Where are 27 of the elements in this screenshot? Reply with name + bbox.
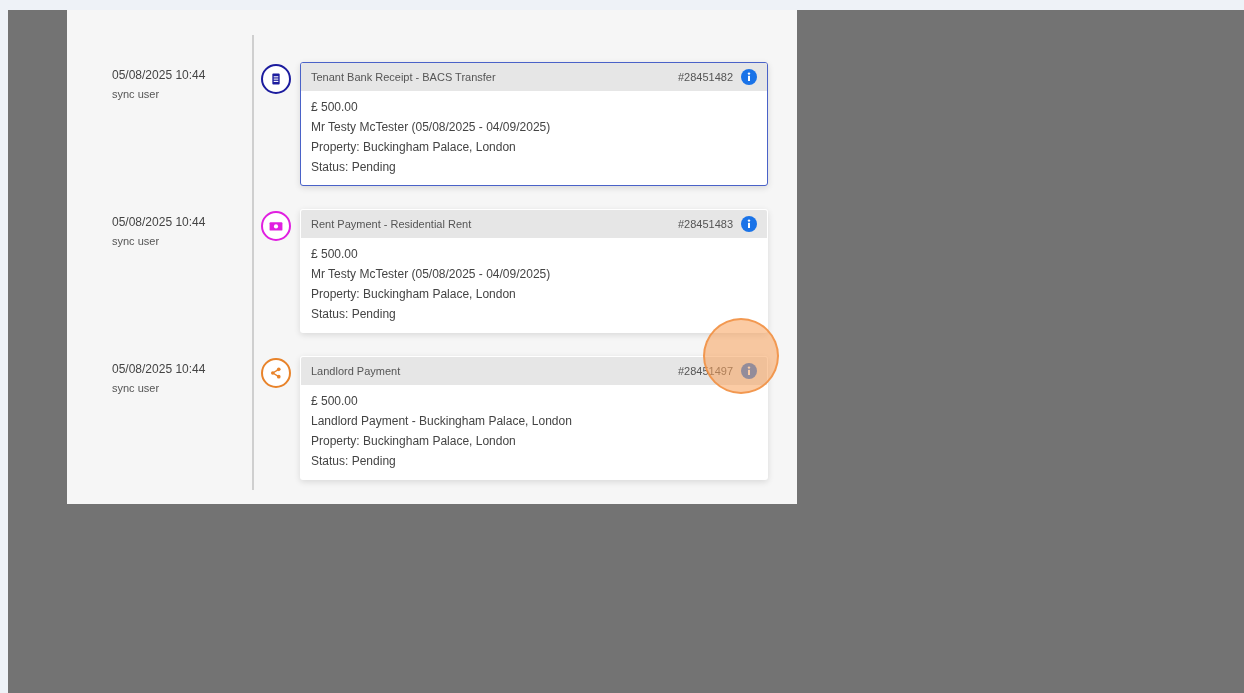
detail-text: Property: Buckingham Palace, London — [311, 139, 517, 156]
amount-text: £ 500.00 — [311, 246, 359, 263]
detail-text: Mr Testy McTester (05/08/2025 - 04/09/2025) — [311, 119, 552, 136]
detail-text: Status: Pending — [311, 306, 397, 323]
detail-text: Landlord Payment - Buckingham Palace, London — [311, 413, 573, 430]
event-time: 05/08/2025 10:44 — [112, 68, 207, 82]
amount-text: £ 500.00 — [311, 99, 359, 116]
card-title: Landlord Payment — [311, 365, 402, 377]
card-title: Rent Payment - Residential Rent — [311, 218, 473, 230]
info-icon[interactable] — [741, 216, 757, 232]
event-user: sync user — [112, 382, 161, 394]
card-title: Tenant Bank Receipt - BACS Transfer — [311, 71, 497, 83]
detail-text: Status: Pending — [311, 159, 397, 176]
info-icon[interactable] — [741, 69, 757, 85]
event-time: 05/08/2025 10:44 — [112, 362, 207, 376]
detail-text: Status: Pending — [311, 453, 397, 470]
detail-text: Property: Buckingham Palace, London — [311, 433, 517, 450]
detail-text: Property: Buckingham Palace, London — [311, 286, 517, 303]
event-user: sync user — [112, 88, 161, 100]
reference-number: #28451482 — [677, 71, 733, 83]
reference-number: #28451483 — [677, 218, 733, 230]
event-user: sync user — [112, 235, 161, 247]
amount-text: £ 500.00 — [311, 393, 359, 410]
transaction-card[interactable]: Tenant Bank Receipt - BACS Transfer #28451482 £ 500.00 Mr Testy McTester (05/08/2025 - 04/09/2025) Property: Buckingham Palace, London Status: Pending — [300, 62, 768, 186]
detail-text: Mr Testy McTester (05/08/2025 - 04/09/2025) — [311, 266, 552, 283]
event-time: 05/08/2025 10:44 — [112, 215, 207, 229]
transaction-card[interactable]: Rent Payment - Residential Rent #28451483 £ 500.00 Mr Testy McTester (05/08/2025 - 04/09/2025) Property: Buckingham Palace, London Status: Pending — [300, 209, 768, 333]
